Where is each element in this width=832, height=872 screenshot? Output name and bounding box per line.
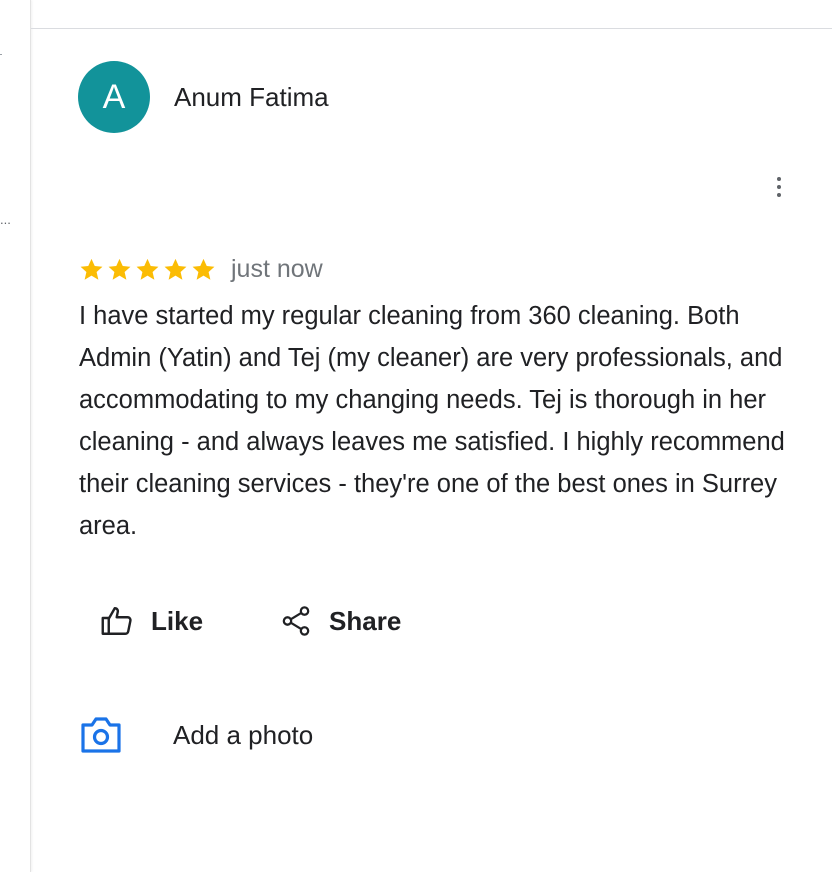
star-rating bbox=[79, 257, 216, 282]
star-icon bbox=[108, 258, 131, 280]
more-options-button[interactable] bbox=[765, 169, 793, 205]
avatar[interactable]: A bbox=[78, 61, 150, 133]
review-text: I have started my regular cleaning from … bbox=[79, 302, 785, 540]
camera-icon bbox=[81, 717, 121, 753]
star-icon bbox=[192, 258, 215, 280]
add-photo-label: Add a photo bbox=[173, 720, 314, 750]
review-actions: Like Share bbox=[99, 603, 401, 639]
star-icon bbox=[80, 258, 103, 280]
review-timestamp: just now bbox=[231, 255, 323, 283]
thumb-up-icon bbox=[101, 607, 132, 635]
rating-row: just now bbox=[79, 253, 323, 285]
left-panel-edge: ... bbox=[0, 0, 31, 872]
star-icon bbox=[136, 258, 159, 280]
like-button[interactable]: Like bbox=[99, 603, 203, 639]
add-photo-button[interactable]: Add a photo bbox=[79, 715, 313, 755]
divider bbox=[0, 54, 2, 55]
author-name[interactable]: Anum Fatima bbox=[174, 81, 329, 113]
share-button[interactable]: Share bbox=[279, 604, 401, 638]
share-icon bbox=[282, 606, 310, 636]
share-label: Share bbox=[329, 606, 402, 636]
truncated-sidebar-text: ... bbox=[0, 212, 11, 227]
more-vert-icon bbox=[777, 177, 781, 197]
review-card: A Anum Fatima just now I have started my… bbox=[31, 29, 832, 872]
like-label: Like bbox=[151, 606, 204, 636]
star-icon bbox=[164, 258, 187, 280]
